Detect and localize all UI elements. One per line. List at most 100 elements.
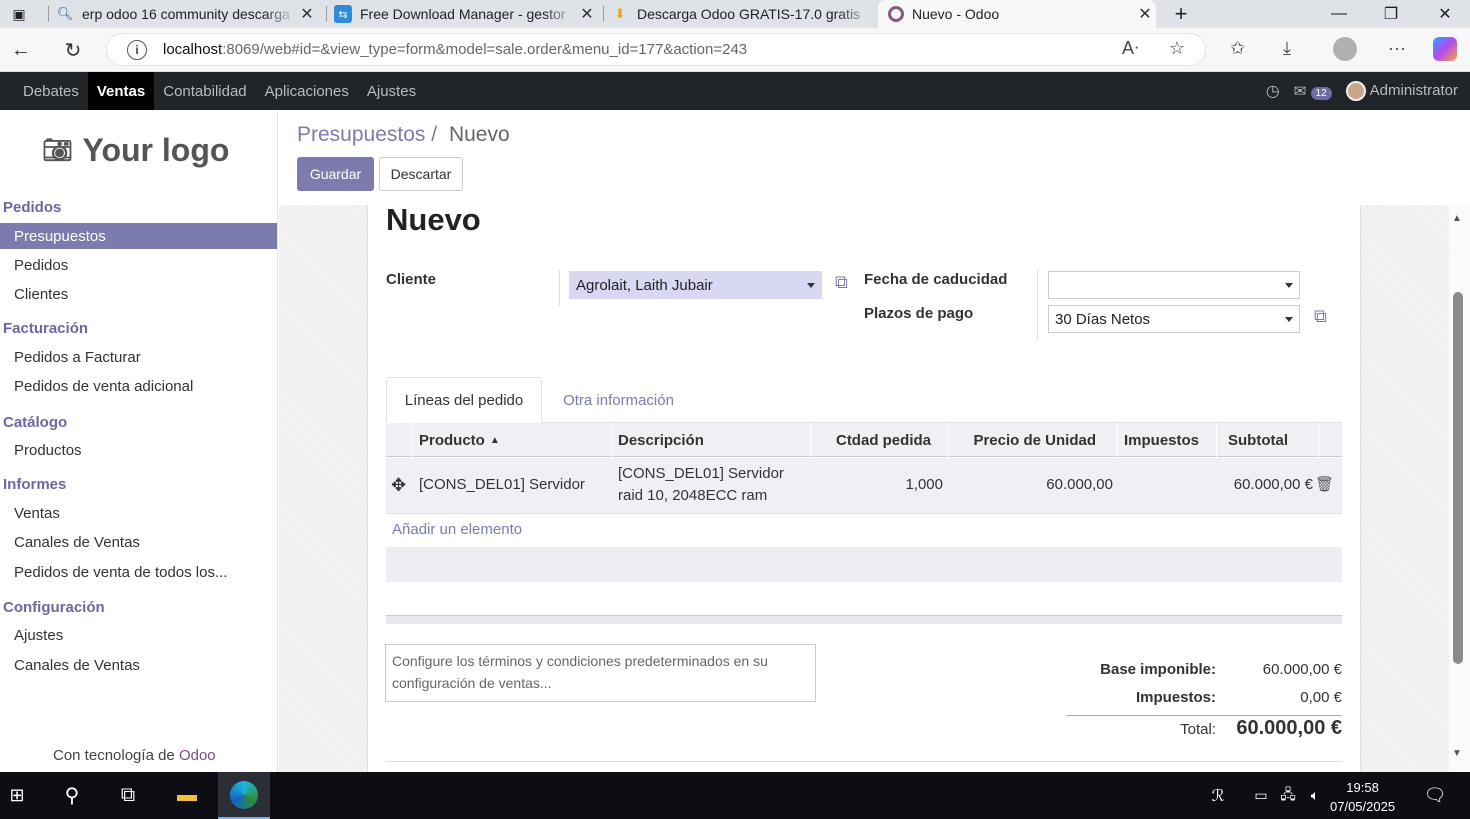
file-explorer-button[interactable]: ▬ (164, 772, 210, 819)
column-taxes[interactable]: Impuestos (1118, 423, 1217, 457)
sidebar-item-presupuestos[interactable]: Presupuestos (0, 223, 277, 249)
copilot-icon[interactable] (1433, 37, 1457, 61)
external-link-icon[interactable]: ⧉ (835, 272, 848, 293)
column-unit-price[interactable]: Precio de Unidad (948, 423, 1118, 457)
tab-other-info[interactable]: Otra información (546, 377, 691, 423)
add-line-link[interactable]: Añadir un elemento (392, 521, 522, 538)
battery-icon[interactable]: ▭ (1250, 772, 1272, 819)
browser-tab-fdm[interactable]: ⇆ Free Download Manager - gestor ✕ (334, 0, 598, 28)
terms-conditions-textarea[interactable]: Configure los términos y condiciones pre… (385, 644, 816, 702)
sidebar-item-ventas[interactable]: Ventas (0, 500, 277, 526)
column-subtotal[interactable]: Subtotal (1217, 423, 1319, 457)
close-window-button[interactable]: ✕ (1422, 0, 1468, 28)
line-unit-price[interactable]: 60.000,00 (1046, 476, 1113, 493)
scrollbar-thumb[interactable] (1453, 292, 1463, 664)
people-icon[interactable]: ℛ (1204, 772, 1232, 819)
menu-contabilidad[interactable]: Contabilidad (154, 72, 255, 110)
notifications-icon[interactable]: 🗨︎ (1418, 772, 1452, 819)
browser-tab-search[interactable]: 🔍︎ erp odoo 16 community descarga ✕ (56, 0, 318, 28)
menu-ajustes[interactable]: Ajustes (358, 72, 425, 110)
sidebar-section-pedidos[interactable]: Pedidos (3, 199, 61, 216)
site-info-icon[interactable]: i (127, 39, 147, 60)
company-logo[interactable]: 📷︎ Your logo (42, 132, 229, 169)
customer-value: Agrolait, Laith Jubair (576, 276, 713, 294)
start-button[interactable]: ⊞ (0, 772, 34, 819)
close-icon: ✕ (1438, 6, 1452, 23)
field-divider (559, 270, 560, 306)
close-tab-icon[interactable]: ✕ (296, 4, 318, 24)
messages-icon[interactable]: ✉ 12 (1294, 82, 1332, 100)
sidebar-section-facturacion[interactable]: Facturación (3, 320, 88, 337)
tab-actions-button[interactable]: ▣ (4, 0, 34, 28)
sidebar-item-ajustes[interactable]: Ajustes (0, 622, 277, 648)
customer-select[interactable]: Agrolait, Laith Jubair (569, 271, 822, 299)
external-link-icon[interactable]: ⧉ (1314, 306, 1327, 327)
column-product[interactable]: Producto ▲ (413, 423, 612, 457)
save-button[interactable]: Guardar (297, 157, 374, 191)
folder-icon: ▬ (177, 784, 197, 806)
close-tab-icon[interactable]: ✕ (1134, 4, 1156, 24)
browser-tab-descarga[interactable]: ⬇ Descarga Odoo GRATIS-17.0 gratis (611, 0, 873, 28)
sidebar-item-pedidos-a-facturar[interactable]: Pedidos a Facturar (0, 344, 277, 370)
sidebar-item-canales-de-ventas-config[interactable]: Canales de Ventas (0, 652, 277, 678)
menu-aplicaciones[interactable]: Aplicaciones (256, 72, 358, 110)
favorites-list-icon[interactable]: ✩ (1230, 38, 1245, 59)
line-product[interactable]: [CONS_DEL01] Servidor (419, 476, 585, 493)
line-description-2[interactable]: raid 10, 2048ECC ram (618, 487, 767, 504)
sidebar-item-pedidos-todos[interactable]: Pedidos de venta de todos los... (0, 559, 277, 585)
sidebar-section-catalogo[interactable]: Catálogo (3, 414, 67, 431)
system-clock[interactable]: 19:58 07/05/2025 (1330, 778, 1395, 816)
navbar-systray: ◷ ✉ 12 Administrator (1266, 72, 1458, 110)
new-tab-button[interactable]: + (1166, 0, 1196, 28)
sidebar-item-pedidos[interactable]: Pedidos (0, 252, 277, 278)
column-description[interactable]: Descripción (612, 423, 811, 457)
network-icon[interactable]: 🖧︎ (1276, 772, 1300, 819)
search-button[interactable]: ⚲ (50, 772, 94, 819)
sidebar-item-productos[interactable]: Productos (0, 437, 277, 463)
column-quantity[interactable]: Ctdad pedida (811, 423, 948, 457)
payment-terms-select[interactable]: 30 Días Netos (1048, 305, 1300, 333)
discard-button[interactable]: Descartar (379, 157, 463, 191)
trash-icon[interactable]: 🗑︎ (1315, 475, 1334, 493)
downloads-icon[interactable]: ⤓ (1283, 38, 1291, 59)
scroll-down-icon[interactable]: ▼ (1452, 748, 1462, 759)
line-description-1[interactable]: [CONS_DEL01] Servidor (618, 465, 784, 482)
expiration-date-input[interactable] (1048, 271, 1300, 299)
tab-actions-icon: ▣ (12, 5, 26, 22)
sidebar-item-canales-de-ventas[interactable]: Canales de Ventas (0, 529, 277, 555)
sidebar-section-informes[interactable]: Informes (3, 476, 66, 493)
task-view-button[interactable]: ⧉ (106, 772, 150, 819)
table-row[interactable]: ✥ [CONS_DEL01] Servidor [CONS_DEL01] Ser… (386, 458, 1342, 514)
read-aloud-icon[interactable]: Aᐧ (1122, 38, 1139, 59)
back-button[interactable]: ← (6, 36, 36, 64)
tab-order-lines[interactable]: Líneas del pedido (386, 377, 542, 423)
activity-clock-icon[interactable]: ◷ (1266, 81, 1280, 101)
favorite-star-icon[interactable]: ☆ (1169, 38, 1185, 59)
sort-asc-icon: ▲ (489, 434, 500, 446)
browser-tab-odoo[interactable]: Nuevo - Odoo ✕ (878, 0, 1156, 28)
url-input[interactable]: i localhost:8069/web#id=&view_type=form&… (106, 33, 1206, 66)
minimize-button[interactable]: — (1316, 0, 1362, 28)
sidebar-item-clientes[interactable]: Clientes (0, 281, 277, 307)
restore-button[interactable]: ❐ (1368, 0, 1414, 28)
volume-icon[interactable]: 🔈︎ (1303, 772, 1327, 819)
camera-icon: 📷︎ (42, 137, 73, 164)
edge-icon (230, 780, 258, 809)
edge-button[interactable] (218, 772, 270, 819)
scroll-up-icon[interactable]: ▲ (1452, 213, 1462, 224)
reload-button[interactable]: ↻ (58, 36, 88, 64)
line-quantity[interactable]: 1,000 (905, 476, 943, 493)
profile-icon[interactable] (1333, 37, 1357, 61)
expiration-date-label: Fecha de caducidad (864, 271, 1008, 288)
breadcrumb-presupuestos[interactable]: Presupuestos (297, 123, 425, 146)
drag-handle-icon[interactable]: ✥ (391, 475, 406, 496)
sidebar-item-pedidos-venta-adicional[interactable]: Pedidos de venta adicional (0, 373, 277, 399)
menu-debates[interactable]: Debates (14, 72, 88, 110)
user-menu[interactable]: Administrator (1345, 81, 1458, 101)
sidebar-section-configuracion[interactable]: Configuración (3, 599, 105, 616)
close-tab-icon[interactable]: ✕ (576, 4, 598, 24)
powered-odoo-link[interactable]: Odoo (179, 747, 216, 764)
menu-ventas[interactable]: Ventas (87, 72, 155, 110)
more-menu-icon[interactable]: ··· (1388, 38, 1406, 59)
chevron-down-icon (1285, 283, 1293, 288)
